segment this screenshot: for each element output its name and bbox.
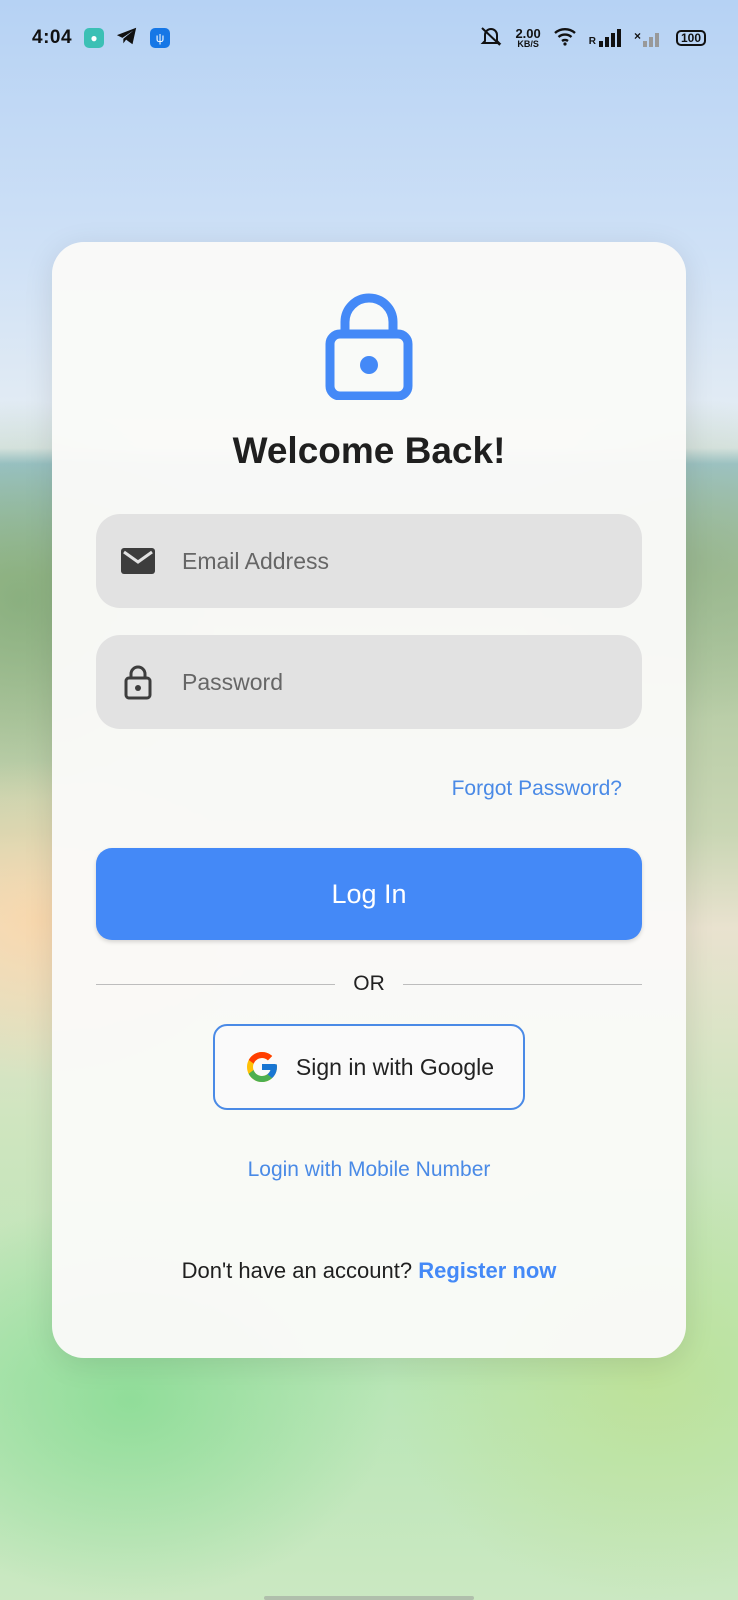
register-row: Don't have an account? Register now [52, 1258, 686, 1284]
signal-sim2-icon: × [634, 29, 664, 47]
register-prompt: Don't have an account? [181, 1258, 413, 1283]
status-time: 4:04 [32, 27, 73, 48]
status-bar: 4:04 ● ψ 2.00 KB/S R × 100 [0, 0, 738, 76]
page-title: Welcome Back! [232, 430, 506, 471]
divider-text: OR [353, 972, 385, 995]
password-input[interactable] [180, 667, 624, 697]
google-logo-icon [246, 1052, 277, 1082]
padlock-icon [120, 664, 156, 700]
divider-line-left [96, 983, 336, 985]
wifi-icon [553, 26, 577, 51]
mute-bell-icon [479, 25, 503, 52]
status-left: 4:04 ● ψ [32, 26, 171, 51]
sim2-label: × [633, 29, 641, 43]
google-signin-label: Sign in with Google [295, 1053, 495, 1080]
email-field[interactable] [96, 514, 642, 608]
battery-icon: 100 [676, 30, 706, 46]
divider-line-right [402, 983, 642, 985]
mail-icon [120, 543, 156, 579]
mobile-login-link[interactable]: Login with Mobile Number [52, 1158, 686, 1182]
telegram-icon [116, 26, 138, 51]
google-signin-button[interactable]: Sign in with Google [213, 1024, 525, 1110]
forgot-password-link[interactable]: Forgot Password? [452, 777, 622, 801]
status-right: 2.00 KB/S R × 100 [479, 25, 706, 52]
login-card: Welcome Back! Forgot Password? Log In OR… [52, 242, 686, 1358]
lock-icon [325, 293, 413, 400]
chat-app-icon: ● [84, 28, 105, 48]
email-input[interactable] [180, 546, 624, 576]
battery-level: 100 [680, 31, 702, 45]
network-speed: 2.00 KB/S [515, 27, 540, 49]
or-divider: OR [96, 969, 642, 999]
roaming-label: R [588, 36, 596, 47]
home-indicator[interactable] [264, 1596, 474, 1600]
password-field[interactable] [96, 635, 642, 729]
register-link[interactable]: Register now [418, 1258, 556, 1283]
usb-icon: ψ [150, 28, 171, 48]
network-speed-unit: KB/S [517, 39, 539, 49]
signal-icon: R [589, 29, 622, 47]
login-button[interactable]: Log In [96, 848, 642, 940]
